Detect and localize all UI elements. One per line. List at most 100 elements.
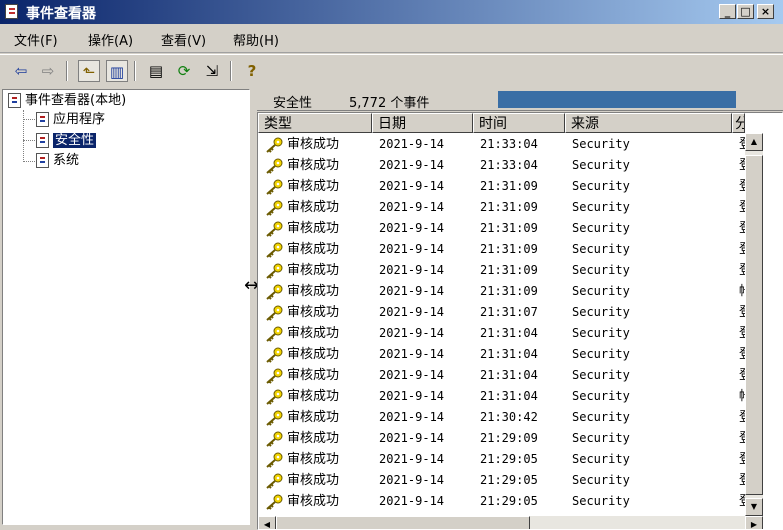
window-title: 事件查看器 [26,6,96,22]
menu-file[interactable]: 文件(F) [14,30,58,49]
table-row[interactable]: 审核成功2021-9-1421:29:05Security登录 [258,449,746,470]
table-row[interactable]: 审核成功2021-9-1421:31:04Security登录 [258,365,746,386]
scroll-up-arrow-icon[interactable]: ▲ [745,133,763,151]
event-type: 审核成功 [287,326,340,341]
forward-arrow-icon[interactable]: ⇨ [37,60,59,82]
table-row[interactable]: 审核成功2021-9-1421:33:04Security登录 [258,155,746,176]
table-row[interactable]: 审核成功2021-9-1421:30:42Security登录 [258,407,746,428]
toolbar: ⇦ ⇨ ⬑ ▥ ▤ ⟳ ⇲ ? [0,54,783,87]
table-row[interactable]: 审核成功2021-9-1421:31:09Security登录 [258,176,746,197]
key-icon [266,494,283,510]
event-log-icon [36,112,49,127]
scroll-down-arrow-icon[interactable]: ▼ [745,498,763,516]
event-date: 2021-9-14 [379,137,445,151]
help-icon[interactable]: ? [241,60,263,82]
event-date: 2021-9-14 [379,431,445,445]
event-source: Security [572,200,630,214]
event-type: 审核成功 [287,347,340,362]
event-date: 2021-9-14 [379,410,445,424]
event-type: 审核成功 [287,410,340,425]
event-time: 21:33:04 [480,137,538,151]
table-row[interactable]: 审核成功2021-9-1421:31:09Security登录 [258,260,746,281]
menu-bar: 文件(F) 操作(A) 查看(V) 帮助(H) [0,26,783,53]
table-row[interactable]: 审核成功2021-9-1421:33:04Security登录 [258,134,746,155]
horizontal-scrollbar[interactable]: ◀ ▶ [258,516,763,529]
tree-root-label: 事件查看器(本地) [25,93,127,108]
event-source: Security [572,242,630,256]
toolbar-separator [66,61,68,81]
key-icon [266,158,283,174]
tree-item-security[interactable]: 安全性 [36,132,98,150]
maximize-button[interactable]: □ [737,4,754,19]
event-time: 21:31:09 [480,263,538,277]
event-date: 2021-9-14 [379,158,445,172]
tree-item-label: 系统 [53,153,80,168]
scroll-left-arrow-icon[interactable]: ◀ [258,516,276,529]
event-source: Security [572,221,630,235]
key-icon [266,179,283,195]
table-row[interactable]: 审核成功2021-9-1421:29:05Security登录 [258,491,746,512]
table-row[interactable]: 审核成功2021-9-1421:31:04Security登录 [258,344,746,365]
column-header-source[interactable]: 来源 [565,113,732,133]
table-row[interactable]: 审核成功2021-9-1421:31:04Security登录 [258,323,746,344]
up-folder-icon[interactable]: ⬑ [78,60,100,82]
event-source: Security [572,452,630,466]
event-time: 21:31:04 [480,326,538,340]
table-row[interactable]: 审核成功2021-9-1421:31:04Security帐户 [258,386,746,407]
properties-icon[interactable]: ▤ [145,60,167,82]
event-time: 21:31:09 [480,200,538,214]
table-row[interactable]: 审核成功2021-9-1421:31:09Security帐户 [258,281,746,302]
event-type: 审核成功 [287,200,340,215]
back-arrow-icon[interactable]: ⇦ [10,60,32,82]
export-list-icon[interactable]: ⇲ [201,60,223,82]
pane-title: 安全性 [273,96,313,111]
event-source: Security [572,305,630,319]
show-hide-tree-icon[interactable]: ▥ [106,60,128,82]
event-date: 2021-9-14 [379,347,445,361]
horizontal-scroll-thumb[interactable] [276,516,530,529]
column-header-category[interactable]: 分类 [732,113,745,133]
header-highlight-bar [498,91,736,108]
event-type: 审核成功 [287,242,340,257]
menu-view[interactable]: 查看(V) [161,30,206,49]
table-row[interactable]: 审核成功2021-9-1421:31:09Security登录 [258,239,746,260]
column-header-date[interactable]: 日期 [372,113,473,133]
key-icon [266,200,283,216]
event-source: Security [572,137,630,151]
table-row[interactable]: 审核成功2021-9-1421:29:09Security登录 [258,428,746,449]
toolbar-separator [134,61,136,81]
event-source: Security [572,326,630,340]
table-row[interactable]: 审核成功2021-9-1421:31:09Security登录 [258,218,746,239]
minimize-button[interactable]: _ [719,4,736,19]
column-header-time[interactable]: 时间 [473,113,565,133]
event-type: 审核成功 [287,368,340,383]
close-button[interactable]: × [757,4,774,19]
event-viewer-app-icon [5,4,18,19]
event-time: 21:31:04 [480,389,538,403]
event-source: Security [572,158,630,172]
key-icon [266,137,283,153]
table-row[interactable]: 审核成功2021-9-1421:31:09Security登录 [258,197,746,218]
tree-item-system[interactable]: 系统 [36,152,79,170]
event-date: 2021-9-14 [379,242,445,256]
tree-item-application[interactable]: 应用程序 [36,111,105,129]
vertical-scroll-thumb[interactable] [745,155,763,495]
column-header-type[interactable]: 类型 [258,113,372,133]
event-date: 2021-9-14 [379,200,445,214]
tree-root-event-viewer[interactable]: 事件查看器(本地) [8,92,126,110]
key-icon [266,347,283,363]
scroll-right-arrow-icon[interactable]: ▶ [745,516,763,529]
menu-action[interactable]: 操作(A) [88,30,133,49]
vertical-scrollbar[interactable]: ▲ ▼ [745,133,763,516]
tree-connector [23,119,35,120]
toolbar-separator [230,61,232,81]
event-time: 21:31:07 [480,305,538,319]
table-row[interactable]: 审核成功2021-9-1421:29:05Security登录 [258,470,746,491]
menu-help[interactable]: 帮助(H) [233,30,279,49]
refresh-icon[interactable]: ⟳ [173,60,195,82]
tree-item-label: 安全性 [51,132,98,149]
key-icon [266,431,283,447]
table-row[interactable]: 审核成功2021-9-1421:31:07Security登录 [258,302,746,323]
event-date: 2021-9-14 [379,326,445,340]
event-date: 2021-9-14 [379,179,445,193]
